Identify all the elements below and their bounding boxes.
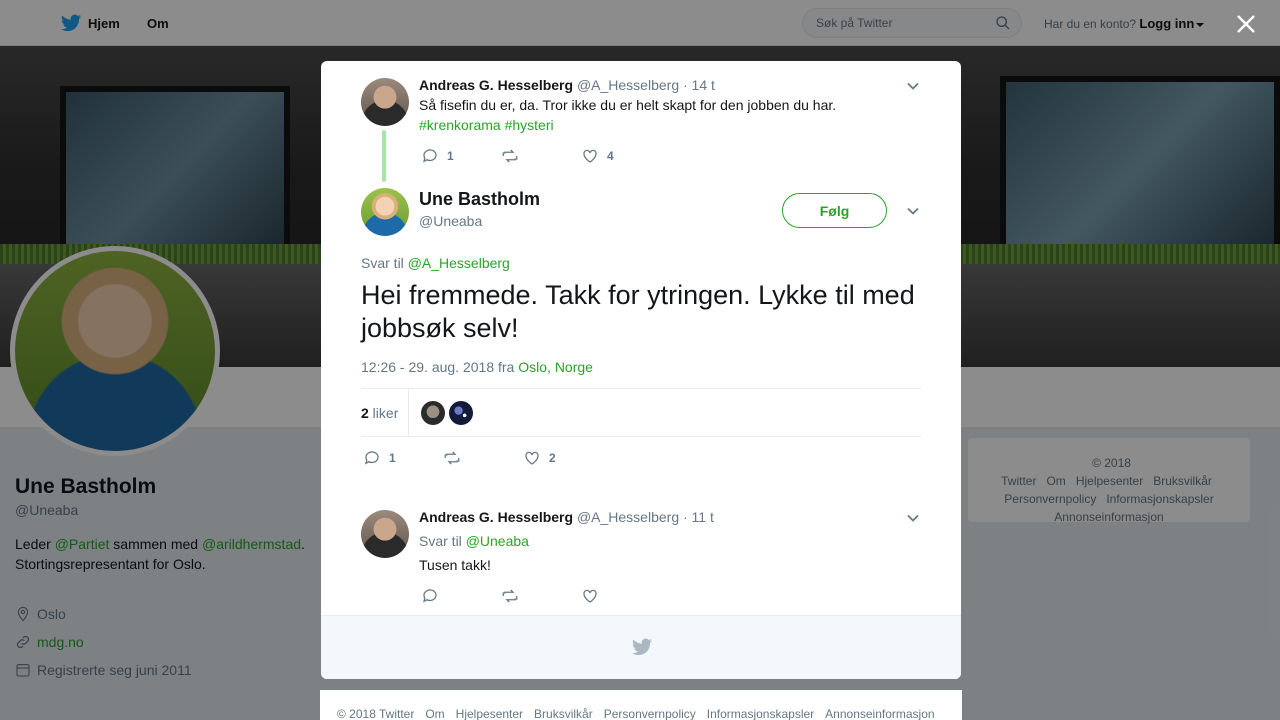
reply-context: Svar til @Uneaba — [419, 531, 529, 551]
main-author-handle[interactable]: @Uneaba — [419, 213, 482, 229]
like-button[interactable] — [581, 587, 599, 605]
main-author-name[interactable]: Une Bastholm — [419, 189, 540, 210]
close-icon[interactable] — [1236, 14, 1256, 34]
parent-tweet-actions: 1 4 — [421, 147, 614, 165]
reply-tweet-text: Tusen takk! — [419, 557, 491, 573]
tweet-time[interactable]: · 14 t — [683, 77, 715, 93]
retweet-button[interactable] — [443, 449, 523, 467]
reply-context: Svar til @A_Hesselberg — [361, 255, 510, 271]
likes-stat[interactable]: 2 liker — [361, 405, 398, 421]
page-footer: © 2018 Twitter Om Hjelpesenter Bruksvilkår P… — [320, 690, 962, 720]
footer-link[interactable]: Annonseinformasjon — [825, 707, 934, 720]
main-tweet-actions: 1 2 — [363, 449, 556, 467]
tweet-stats: 2 liker — [361, 388, 921, 437]
retweet-icon — [502, 589, 518, 603]
author-name[interactable]: Andreas G. Hesselberg — [419, 509, 573, 525]
reply-button[interactable]: 1 — [421, 147, 501, 165]
reply-icon — [423, 589, 437, 603]
hashtag-link[interactable]: #krenkorama — [419, 117, 501, 133]
heart-icon — [525, 451, 539, 465]
chevron-down-icon[interactable] — [906, 511, 920, 525]
footer-link[interactable]: Hjelpesenter — [456, 707, 523, 720]
retweet-icon — [502, 149, 518, 163]
like-count: 4 — [607, 149, 614, 163]
tweet-time[interactable]: · 11 t — [683, 509, 714, 525]
stats-divider — [408, 389, 409, 437]
chevron-down-icon[interactable] — [906, 204, 920, 218]
twitter-bird-icon — [631, 638, 653, 656]
parent-tweet-header: Andreas G. Hesselberg @A_Hesselberg · 14… — [419, 77, 715, 93]
place-separator: , — [547, 359, 555, 375]
reply-to-link[interactable]: @Uneaba — [466, 533, 529, 549]
likes-label: liker — [368, 405, 399, 421]
reply-prefix: Svar til — [419, 533, 466, 549]
reply-icon — [365, 451, 379, 465]
main-tweet-text: Hei fremmede. Takk for ytringen. Lykke t… — [361, 280, 915, 343]
thread-connector — [382, 130, 386, 182]
timestamp-text: 12:26 - 29. aug. 2018 fra — [361, 359, 519, 375]
reply-tweet-header: Andreas G. Hesselberg @A_Hesselberg · 11… — [419, 509, 714, 525]
likes-number: 2 — [361, 405, 369, 421]
retweet-button[interactable] — [501, 147, 581, 165]
avatar[interactable] — [361, 188, 409, 236]
reply-button[interactable]: 1 — [363, 449, 443, 467]
like-button[interactable]: 2 — [523, 449, 556, 467]
liker-avatar[interactable] — [421, 401, 445, 425]
chevron-down-icon[interactable] — [906, 79, 920, 93]
author-handle[interactable]: @A_Hesselberg — [577, 77, 679, 93]
author-name[interactable]: Andreas G. Hesselberg — [419, 77, 573, 93]
reply-tweet-actions — [421, 587, 599, 605]
place-link[interactable]: Oslo — [518, 359, 547, 375]
liker-avatar[interactable] — [449, 401, 473, 425]
retweet-icon — [444, 451, 460, 465]
footer-link[interactable]: Personvernpolicy — [604, 707, 696, 720]
heart-icon — [583, 589, 597, 603]
avatar[interactable] — [361, 510, 409, 558]
reply-icon — [423, 149, 437, 163]
reply-to-link[interactable]: @A_Hesselberg — [408, 255, 510, 271]
retweet-button[interactable] — [501, 587, 581, 605]
hashtag-link[interactable]: #hysteri — [505, 117, 554, 133]
tweet-permalink-modal: Andreas G. Hesselberg @A_Hesselberg · 14… — [321, 61, 961, 679]
footer-link[interactable]: Bruksvilkår — [534, 707, 593, 720]
footer-link[interactable]: Om — [425, 707, 444, 720]
tweet-timestamp: 12:26 - 29. aug. 2018 fra Oslo, Norge — [361, 359, 593, 375]
heart-icon — [583, 149, 597, 163]
follow-button[interactable]: Følg — [782, 193, 887, 228]
like-count: 2 — [549, 451, 556, 465]
footer-link[interactable]: Informasjonskapsler — [707, 707, 814, 720]
footer-copyright: © 2018 Twitter — [337, 707, 415, 720]
author-handle[interactable]: @A_Hesselberg — [577, 509, 679, 525]
place-link[interactable]: Norge — [555, 359, 593, 375]
reply-button[interactable] — [421, 587, 501, 605]
reply-count: 1 — [447, 149, 454, 163]
like-button[interactable]: 4 — [581, 147, 614, 165]
reply-count: 1 — [389, 451, 396, 465]
tweet-text: Så fisefin du er, da. Tror ikke du er he… — [419, 97, 837, 113]
modal-footer — [321, 615, 961, 679]
avatar[interactable] — [361, 78, 409, 126]
parent-tweet-text: Så fisefin du er, da. Tror ikke du er he… — [419, 95, 889, 135]
reply-prefix: Svar til — [361, 255, 408, 271]
